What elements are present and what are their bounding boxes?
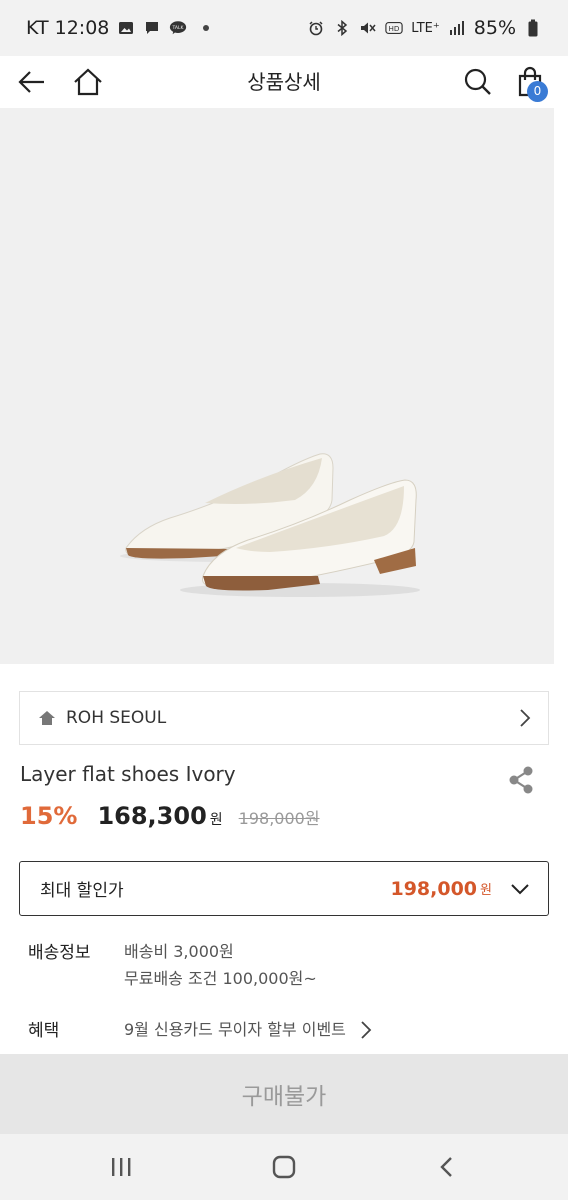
chevron-down-icon [511, 883, 529, 894]
recent-apps-button[interactable] [91, 1142, 151, 1192]
shipping-values: 배송비 3,000원 무료배송 조건 100,000원~ [124, 938, 317, 992]
status-left: KT 12:08 TALK [26, 17, 210, 39]
home-button[interactable] [68, 62, 108, 102]
hd-icon: HD [385, 19, 403, 37]
sale-price-unit: 원 [209, 812, 223, 828]
brand-link[interactable]: ROH SEOUL [19, 691, 549, 745]
status-right: HD LTE⁺ 85% [307, 17, 542, 39]
brand-home-icon [39, 711, 55, 725]
shipping-fee: 배송비 3,000원 [124, 942, 234, 961]
original-price: 198,000원 [238, 809, 320, 828]
share-icon [509, 766, 533, 794]
svg-text:TALK: TALK [172, 25, 185, 31]
benefit-info: 혜택 9월 신용카드 무이자 할부 이벤트 [28, 1016, 372, 1043]
shipping-label: 배송정보 [28, 943, 91, 963]
max-discount-label: 최대 할인가 [40, 881, 124, 901]
max-discount-unit: 원 [480, 883, 492, 898]
max-discount-dropdown[interactable]: 최대 할인가 198,000 원 [19, 861, 549, 916]
discount-rate: 15% [20, 802, 78, 830]
message-icon [143, 19, 161, 37]
recent-apps-icon [112, 1158, 131, 1176]
product-image[interactable] [0, 108, 554, 664]
brand-name: ROH SEOUL [66, 708, 167, 728]
back-button[interactable] [12, 62, 52, 102]
home-icon [74, 68, 102, 96]
product-name: Layer flat shoes Ivory [20, 762, 236, 786]
alarm-icon [307, 19, 325, 37]
scrollbar-track[interactable] [554, 108, 568, 1054]
system-nav-bar [0, 1134, 568, 1200]
price-row: 15% 168,300 원 198,000원 [20, 802, 320, 838]
sale-price: 168,300 [97, 802, 207, 830]
notification-dot [203, 25, 210, 31]
battery-percent: 85% [473, 17, 516, 39]
chevron-right-icon [361, 1020, 372, 1039]
back-nav-button[interactable] [417, 1142, 477, 1192]
search-button[interactable] [458, 62, 498, 102]
max-discount-value: 198,000 [390, 877, 478, 900]
chevron-right-icon [520, 709, 531, 727]
buy-button[interactable]: 구매불가 [0, 1054, 568, 1134]
talk-icon: TALK [169, 19, 187, 37]
cart-count-badge: 0 [527, 81, 548, 102]
battery-icon [524, 19, 542, 37]
home-nav-button[interactable] [254, 1142, 314, 1192]
benefit-label: 혜택 [28, 1021, 60, 1041]
product-photo [0, 108, 554, 664]
app-header: 상품상세 0 [0, 56, 568, 108]
search-icon [464, 68, 491, 95]
back-arrow-icon [18, 71, 44, 93]
home-nav-icon [272, 1155, 296, 1179]
shipping-info: 배송정보 배송비 3,000원 무료배송 조건 100,000원~ [28, 938, 317, 992]
status-bar: KT 12:08 TALK HD LTE⁺ 85% [0, 0, 568, 56]
benefit-text: 9월 신용카드 무이자 할부 이벤트 [124, 1020, 346, 1039]
photo-icon [117, 19, 135, 37]
free-shipping-condition: 무료배송 조건 100,000원~ [124, 969, 317, 988]
bluetooth-icon [333, 19, 351, 37]
mute-icon [359, 19, 377, 37]
svg-text:HD: HD [389, 24, 400, 33]
carrier-time: KT 12:08 [26, 17, 110, 39]
share-button[interactable] [504, 762, 538, 798]
signal-icon [448, 19, 466, 37]
lte-indicator: LTE⁺ [411, 20, 440, 36]
benefit-link[interactable]: 9월 신용카드 무이자 할부 이벤트 [124, 1016, 372, 1043]
back-nav-icon [439, 1157, 452, 1177]
cart-button[interactable]: 0 [510, 62, 550, 102]
